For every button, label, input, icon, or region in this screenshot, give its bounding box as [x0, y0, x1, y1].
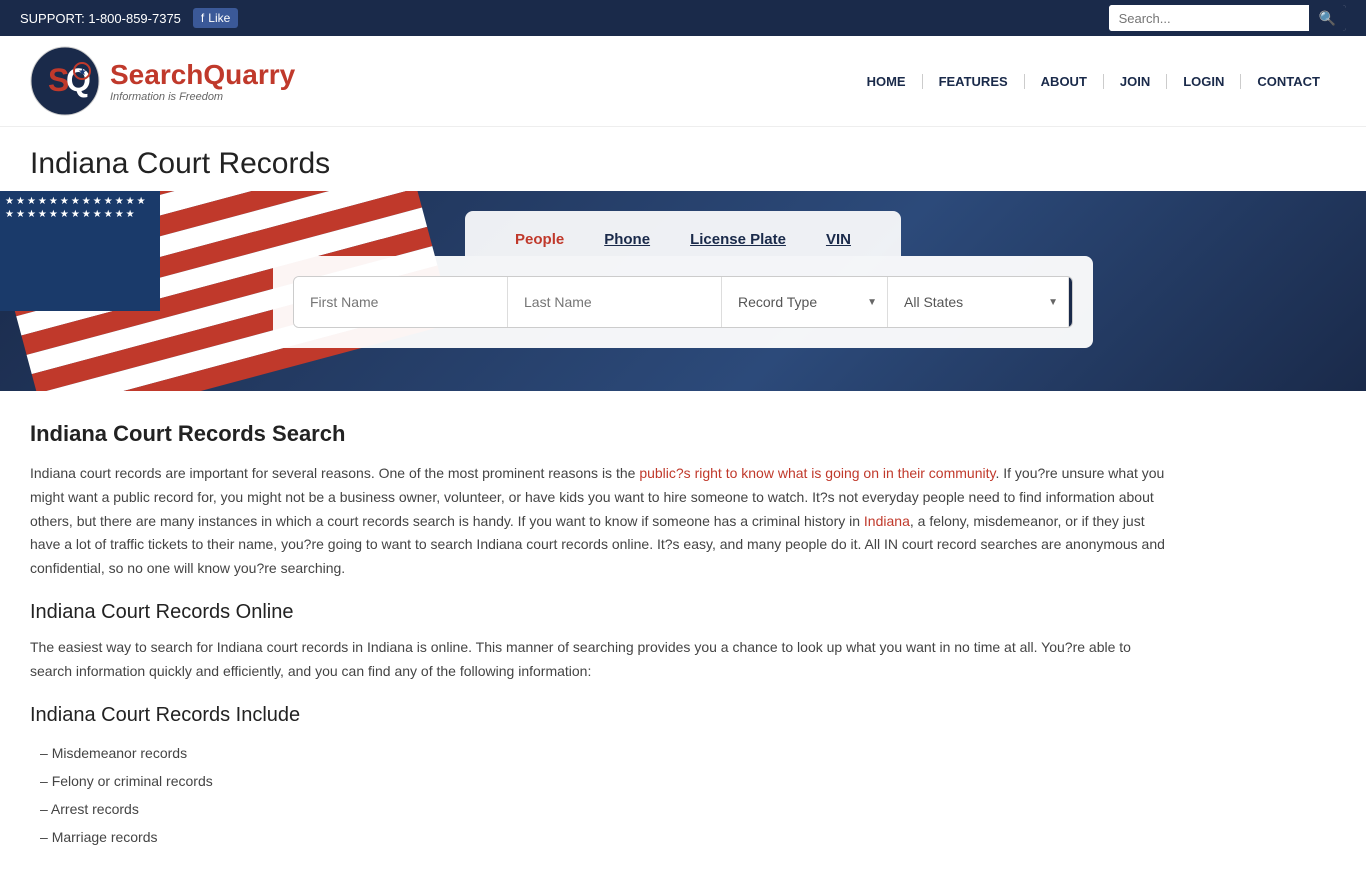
- search-form-wrapper: Record TypeCriminal RecordsCourt Records…: [273, 256, 1093, 348]
- tab-phone[interactable]: Phone: [584, 223, 670, 256]
- search-button[interactable]: SEARCH: [1069, 277, 1073, 327]
- section1-p1-start: Indiana court records are important for …: [30, 465, 639, 481]
- top-search-button[interactable]: 🔍: [1309, 5, 1346, 31]
- page-title: Indiana Court Records: [30, 147, 1336, 181]
- main-nav: HOMEFEATURESABOUTJOINLOGINCONTACT: [851, 74, 1336, 89]
- record-type-wrapper: Record TypeCriminal RecordsCourt Records…: [722, 277, 888, 327]
- logo-brand: SearchQuarry: [110, 59, 295, 91]
- record-type-select[interactable]: Record TypeCriminal RecordsCourt Records…: [722, 276, 887, 328]
- svg-text:★: ★: [78, 67, 87, 78]
- nav-item-login[interactable]: LOGIN: [1167, 74, 1241, 89]
- flag-stars: ★★★★★ ★★★★★ ★★★★★ ★★★★★ ★★★★★: [0, 191, 160, 311]
- tab-people[interactable]: People: [495, 223, 584, 256]
- list-item: Misdemeanor records: [40, 739, 1170, 767]
- all-states-wrapper: All StatesAlabamaAlaskaArizonaArkansasCa…: [888, 277, 1069, 327]
- list-item: Arrest records: [40, 795, 1170, 823]
- header: S Q ★ SearchQuarry Information is Freedo…: [0, 36, 1366, 127]
- section1-paragraph1: Indiana court records are important for …: [30, 462, 1170, 581]
- search-tabs: People Phone License Plate VIN: [465, 211, 901, 256]
- fb-icon: f: [201, 11, 204, 25]
- logo-tagline: Information is Freedom: [110, 91, 295, 103]
- tab-vin[interactable]: VIN: [806, 223, 871, 256]
- nav-item-about[interactable]: ABOUT: [1025, 74, 1104, 89]
- nav-item-home[interactable]: HOME: [851, 74, 923, 89]
- search-container: People Phone License Plate VIN Record Ty…: [253, 211, 1113, 348]
- section2-paragraph1: The easiest way to search for Indiana co…: [30, 636, 1170, 684]
- top-search-bar: 🔍: [1109, 5, 1346, 31]
- search-form: Record TypeCriminal RecordsCourt Records…: [293, 276, 1073, 328]
- fb-like-label: Like: [208, 11, 230, 25]
- logo-icon: S Q ★: [30, 46, 100, 116]
- list-item: Marriage records: [40, 823, 1170, 851]
- page-title-bar: Indiana Court Records: [0, 127, 1366, 191]
- section2-title: Indiana Court Records Online: [30, 601, 1170, 624]
- tab-license-plate[interactable]: License Plate: [670, 223, 806, 256]
- logo-text-area: SearchQuarry Information is Freedom: [110, 59, 295, 103]
- support-text: SUPPORT: 1-800-859-7375: [20, 11, 181, 26]
- main-content: Indiana Court Records Search Indiana cou…: [0, 391, 1200, 881]
- section3-title: Indiana Court Records Include: [30, 704, 1170, 727]
- fb-like-button[interactable]: f Like: [193, 8, 238, 28]
- top-bar: SUPPORT: 1-800-859-7375 f Like 🔍: [0, 0, 1366, 36]
- nav-item-join[interactable]: JOIN: [1104, 74, 1167, 89]
- logo-area: S Q ★ SearchQuarry Information is Freedo…: [30, 46, 295, 116]
- public-rights-link[interactable]: public?s right to know what is going on …: [639, 465, 995, 481]
- top-search-input[interactable]: [1109, 5, 1309, 31]
- hero-banner: ★★★★★ ★★★★★ ★★★★★ ★★★★★ ★★★★★ People Pho…: [0, 191, 1366, 391]
- logo-brand-part1: Search: [110, 59, 203, 90]
- logo-brand-part2: Quarry: [203, 59, 295, 90]
- nav-item-contact[interactable]: CONTACT: [1241, 74, 1336, 89]
- indiana-link[interactable]: Indiana: [864, 513, 910, 529]
- top-bar-left: SUPPORT: 1-800-859-7375 f Like: [20, 8, 238, 28]
- all-states-select[interactable]: All StatesAlabamaAlaskaArizonaArkansasCa…: [888, 276, 1068, 328]
- first-name-input[interactable]: [294, 277, 508, 327]
- list-item: Felony or criminal records: [40, 767, 1170, 795]
- section1-title: Indiana Court Records Search: [30, 421, 1170, 447]
- records-list: Misdemeanor recordsFelony or criminal re…: [30, 739, 1170, 851]
- last-name-input[interactable]: [508, 277, 722, 327]
- nav-item-features[interactable]: FEATURES: [923, 74, 1025, 89]
